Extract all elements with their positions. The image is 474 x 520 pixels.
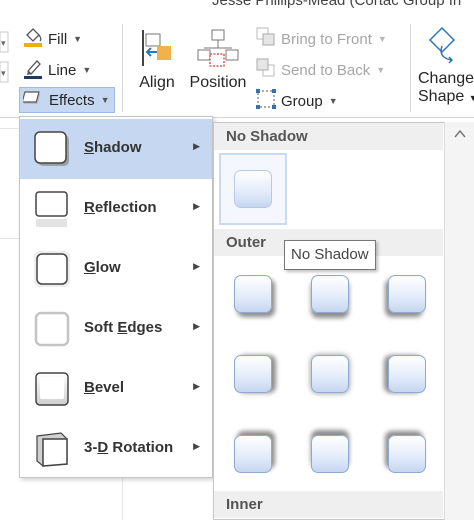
effects-dropdown-arrow: ▼ xyxy=(100,95,110,105)
soft-edges-thumbnail-icon xyxy=(33,310,71,348)
outer-shadow-option[interactable] xyxy=(296,338,364,410)
position-button[interactable]: Position xyxy=(186,28,250,92)
outer-shadow-preview xyxy=(311,435,349,473)
bevel-label: Bevel xyxy=(84,379,125,396)
effects-icon xyxy=(21,88,45,112)
no-shadow-header: No Shadow xyxy=(214,123,443,150)
outer-shadow-preview xyxy=(388,435,426,473)
inner-header: Inner xyxy=(214,491,443,518)
outer-shadow-preview xyxy=(388,355,426,393)
menu-item-glow[interactable]: Glow ▶ xyxy=(20,239,212,299)
send-to-back-button[interactable]: Send to Back ▼ xyxy=(255,57,385,83)
svg-text:▾: ▾ xyxy=(1,68,6,78)
submenu-arrow-icon: ▶ xyxy=(193,441,200,451)
outer-shadow-option[interactable] xyxy=(219,418,287,490)
menu-item-3d-rotation[interactable]: 3-D Rotation ▶ xyxy=(20,419,212,479)
change-shape-icon xyxy=(428,26,464,70)
paint-bucket-icon xyxy=(22,26,44,52)
document-guide-line xyxy=(122,478,123,520)
outer-shadow-preview xyxy=(234,275,272,313)
tooltip: No Shadow xyxy=(284,240,376,270)
no-shadow-preview xyxy=(234,170,272,208)
ribbon-separator xyxy=(122,24,123,112)
glow-thumbnail-icon xyxy=(33,250,71,288)
send-to-back-dropdown-arrow: ▼ xyxy=(376,65,386,75)
outer-shadow-option[interactable] xyxy=(373,338,441,410)
change-shape-label-text: Shape xyxy=(418,88,465,105)
fill-button[interactable]: Fill ▼ xyxy=(22,26,82,52)
menu-item-shadow[interactable]: Shadow ▶ xyxy=(20,119,212,179)
group-dropdown-arrow: ▼ xyxy=(328,96,338,106)
shadow-gallery: No Shadow Outer Inner xyxy=(213,122,444,520)
send-to-back-label: Send to Back xyxy=(281,61,371,79)
reflection-thumbnail-icon xyxy=(33,190,71,228)
gallery-scrollbar[interactable] xyxy=(444,122,474,520)
ribbon: Jesse Phillips-Mead (Cortac Group In ▾ ▾ … xyxy=(0,0,474,118)
effects-label: Effects xyxy=(49,91,95,109)
bring-to-front-icon xyxy=(255,26,277,52)
outer-shadow-option[interactable] xyxy=(373,258,441,330)
outer-shadow-option[interactable] xyxy=(373,418,441,490)
glow-label: Glow xyxy=(84,259,121,276)
menu-item-bevel[interactable]: Bevel ▶ xyxy=(20,359,212,419)
outer-shadow-preview xyxy=(234,355,272,393)
menu-item-soft-edges[interactable]: Soft Edges ▶ xyxy=(20,299,212,359)
align-button[interactable]: Align xyxy=(134,28,180,92)
fill-dropdown-arrow: ▼ xyxy=(73,34,83,44)
fill-label: Fill xyxy=(48,30,68,48)
change-shape-label-line1: Change xyxy=(418,70,474,87)
outer-shadow-preview xyxy=(311,355,349,393)
shadow-thumbnail-icon xyxy=(33,130,71,168)
document-ruler-line xyxy=(0,238,19,239)
submenu-arrow-icon: ▶ xyxy=(193,141,200,151)
3d-rotation-thumbnail-icon xyxy=(33,430,71,468)
menu-item-reflection[interactable]: Reflection ▶ xyxy=(20,179,212,239)
outer-shadow-option[interactable] xyxy=(219,338,287,410)
no-shadow-option[interactable] xyxy=(219,153,287,225)
effects-button[interactable]: Effects ▼ xyxy=(19,87,115,113)
line-label: Line xyxy=(48,61,77,79)
effects-menu: Shadow ▶ Reflection ▶ Glow ▶ Soft Edges … xyxy=(19,116,213,478)
position-label: Position xyxy=(189,74,247,91)
position-icon xyxy=(196,28,240,72)
group-button[interactable]: Group ▼ xyxy=(255,88,338,114)
submenu-arrow-icon: ▶ xyxy=(193,261,200,271)
3d-rotation-label: 3-D Rotation xyxy=(84,439,174,456)
bring-to-front-button[interactable]: Bring to Front ▼ xyxy=(255,26,387,52)
align-label: Align xyxy=(139,74,175,91)
group-icon xyxy=(255,88,277,114)
shadow-label: Shadow xyxy=(84,139,142,156)
submenu-arrow-icon: ▶ xyxy=(193,201,200,211)
reflection-label: Reflection xyxy=(84,199,157,216)
outer-shadow-option[interactable] xyxy=(219,258,287,330)
outer-shadow-preview xyxy=(388,275,426,313)
ribbon-separator xyxy=(410,24,411,112)
outer-shadow-option[interactable] xyxy=(296,418,364,490)
align-icon xyxy=(137,28,177,72)
send-to-back-icon xyxy=(255,57,277,83)
change-shape-label-line2: Shape ▼ xyxy=(418,88,474,106)
line-button[interactable]: Line ▼ xyxy=(22,57,91,83)
bevel-thumbnail-icon xyxy=(33,370,71,408)
user-name: Jesse Phillips-Mead (Cortac Group In xyxy=(212,0,462,9)
line-dropdown-arrow: ▼ xyxy=(82,65,92,75)
bring-to-front-label: Bring to Front xyxy=(281,30,372,48)
soft-edges-label: Soft Edges xyxy=(84,319,163,336)
scroll-up-icon[interactable] xyxy=(445,124,474,144)
pen-line-icon xyxy=(22,57,44,83)
group-label: Group xyxy=(281,92,323,110)
document-ruler-line xyxy=(0,128,19,129)
svg-text:▾: ▾ xyxy=(1,38,6,48)
change-shape-button[interactable]: Change Shape ▼ xyxy=(418,26,474,106)
left-ribbon-edge: ▾ ▾ xyxy=(0,28,10,88)
outer-shadow-preview xyxy=(234,435,272,473)
submenu-arrow-icon: ▶ xyxy=(193,381,200,391)
bring-to-front-dropdown-arrow: ▼ xyxy=(377,34,387,44)
outer-shadow-preview xyxy=(311,275,349,313)
submenu-arrow-icon: ▶ xyxy=(193,321,200,331)
change-shape-dropdown-arrow: ▼ xyxy=(468,93,474,103)
